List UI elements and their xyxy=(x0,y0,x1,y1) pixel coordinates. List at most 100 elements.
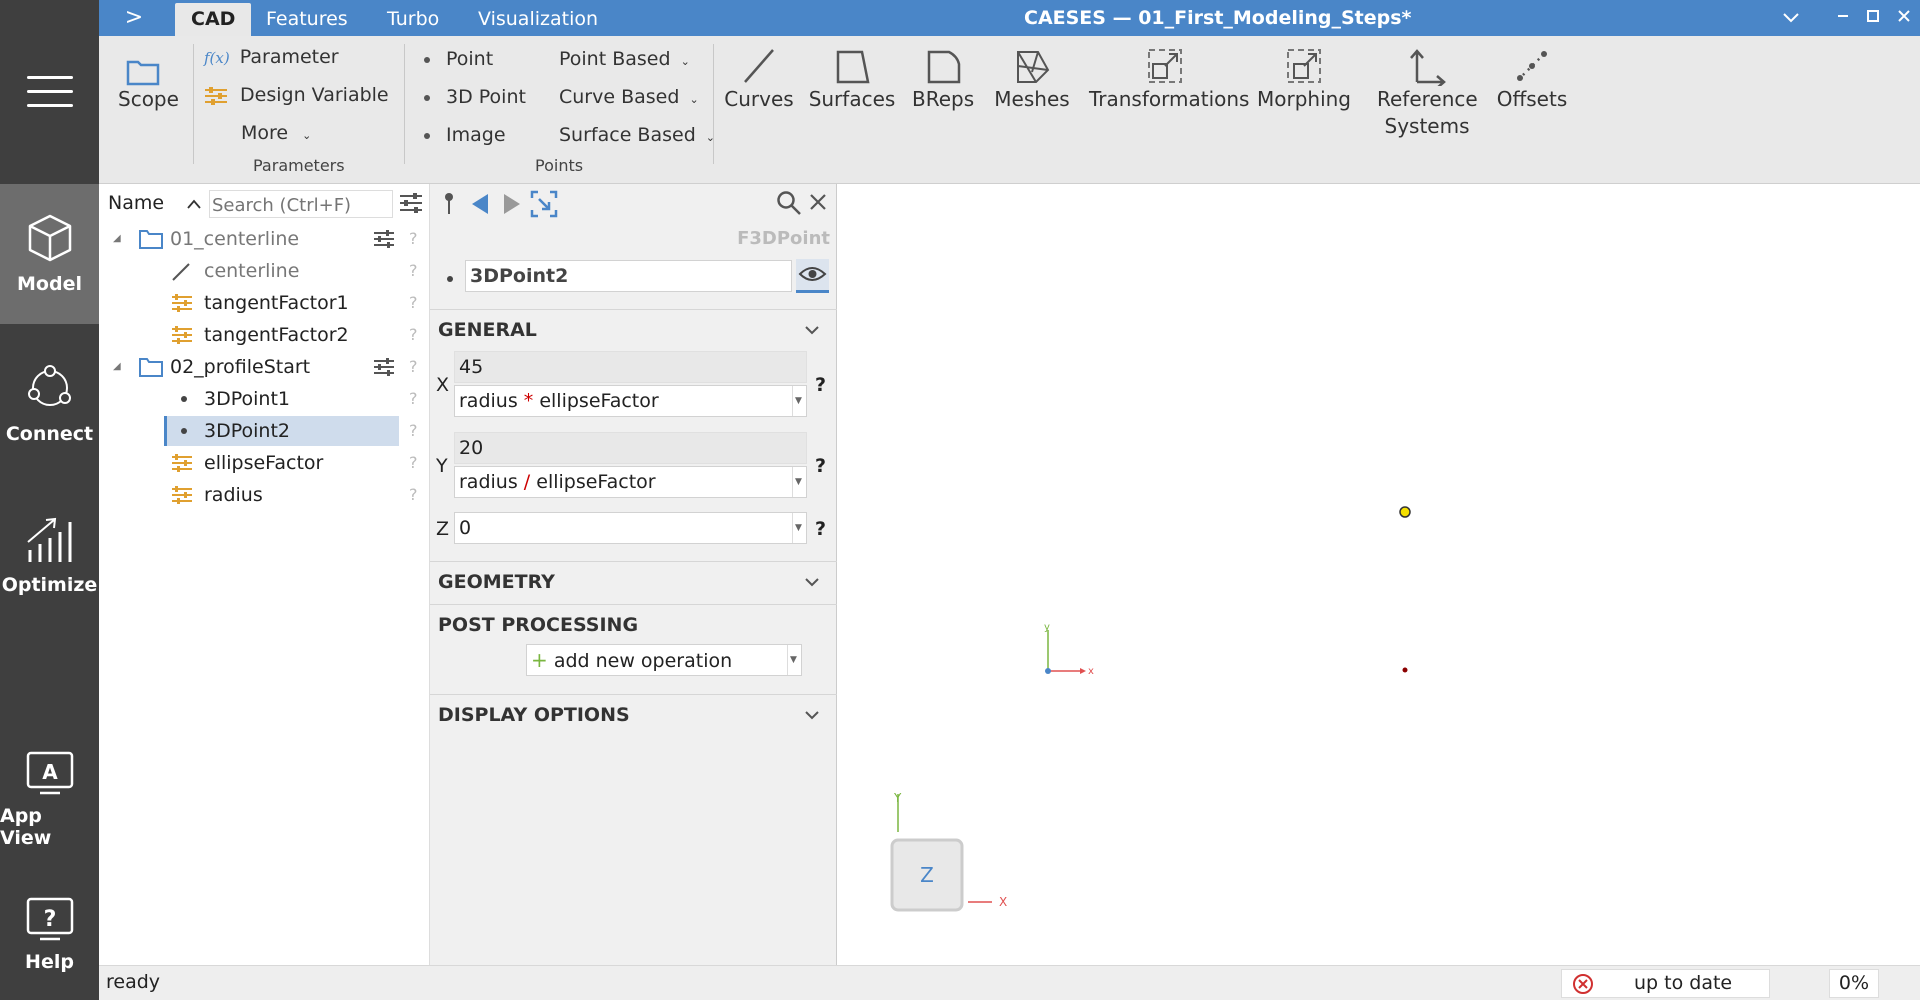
maximize-button[interactable] xyxy=(1859,4,1887,32)
rail-item-model[interactable]: Model xyxy=(0,184,99,324)
object-name-input[interactable]: 3DPoint2 xyxy=(465,260,792,292)
parameter-slider-icon xyxy=(172,486,192,504)
tree-row-point[interactable]: 3DPoint1 ? xyxy=(99,384,430,414)
select-in-view-icon[interactable] xyxy=(530,190,558,218)
name-column-header[interactable]: Name xyxy=(108,192,164,214)
point-based-dropdown[interactable]: Point Based ⌄ xyxy=(559,48,690,70)
3d-point-button[interactable]: 3D Point xyxy=(424,86,526,108)
chart-icon xyxy=(26,517,71,562)
section-geometry-header[interactable]: GEOMETRY xyxy=(430,561,837,601)
tab-visualization[interactable]: Visualization xyxy=(462,3,614,36)
tree-row-parameter[interactable]: tangentFactor1 ? xyxy=(99,288,430,318)
help-icon[interactable]: ? xyxy=(409,480,418,510)
eye-icon xyxy=(798,267,827,281)
help-icon[interactable]: ? xyxy=(409,224,418,254)
tree-row-folder[interactable]: ◢ 02_profileStart ? xyxy=(99,352,430,382)
help-icon[interactable]: ? xyxy=(409,448,418,478)
help-icon[interactable]: ? xyxy=(409,416,418,446)
surfaces-button[interactable]: Surfaces xyxy=(808,42,896,113)
rail-item-app-view[interactable]: A App View xyxy=(0,730,99,870)
tree-row-folder[interactable]: ◢ 01_centerline ? xyxy=(99,224,430,254)
sort-ascending-icon[interactable] xyxy=(181,190,207,216)
image-button[interactable]: Image xyxy=(424,124,506,146)
collapse-triangle-icon[interactable]: ◢ xyxy=(113,224,121,254)
hamburger-menu-button[interactable] xyxy=(0,0,99,184)
rail-item-connect[interactable]: Connect xyxy=(0,334,99,474)
forward-arrow-icon[interactable] xyxy=(502,192,522,216)
dropdown-arrow-icon[interactable]: ▼ xyxy=(792,467,804,497)
viewport-canvas[interactable]: y x Y Z X xyxy=(837,184,1920,965)
rail-item-optimize[interactable]: Optimize xyxy=(0,484,99,624)
sync-status[interactable]: up to date xyxy=(1561,969,1770,998)
section-general-header[interactable]: GENERAL xyxy=(430,309,837,349)
tree-row-point-selected[interactable]: 3DPoint2 ? xyxy=(99,416,430,446)
breps-button[interactable]: BReps xyxy=(912,42,974,113)
add-operation-label: add new operation xyxy=(553,650,733,672)
close-icon[interactable] xyxy=(809,193,827,211)
curve-based-dropdown[interactable]: Curve Based ⌄ xyxy=(559,86,699,108)
tree-row-label: 3DPoint2 xyxy=(204,420,290,442)
transformations-button[interactable]: Transformations xyxy=(1089,42,1249,113)
help-icon[interactable]: ? xyxy=(815,455,826,477)
dropdown-arrow-icon[interactable]: ▼ xyxy=(792,386,804,416)
tab-features[interactable]: Features xyxy=(250,3,364,36)
help-icon[interactable]: ? xyxy=(409,320,418,350)
parameter-slider-icon xyxy=(172,294,192,312)
rail-item-label: Model xyxy=(17,273,82,295)
tree-row-parameter[interactable]: radius ? xyxy=(99,480,430,510)
help-icon[interactable]: ? xyxy=(409,288,418,318)
help-icon[interactable]: ? xyxy=(409,352,418,382)
hamburger-icon xyxy=(26,76,73,108)
search-icon[interactable] xyxy=(776,190,802,216)
chevron-down-icon[interactable] xyxy=(1777,4,1805,32)
y-expression-input[interactable]: radius / ellipseFactor ▼ xyxy=(454,466,807,498)
help-icon[interactable]: ? xyxy=(409,256,418,286)
add-operation-dropdown[interactable]: + add new operation ▼ xyxy=(526,644,802,676)
help-icon[interactable]: ? xyxy=(815,374,826,396)
help-icon[interactable]: ? xyxy=(409,384,418,414)
offsets-button[interactable]: Offsets xyxy=(1495,42,1569,113)
dropdown-arrow-icon[interactable]: ▼ xyxy=(792,513,804,543)
point-based-label: Point Based xyxy=(559,48,671,70)
visibility-toggle[interactable] xyxy=(796,259,829,293)
filter-settings-icon[interactable] xyxy=(399,192,423,219)
morphing-button[interactable]: Morphing xyxy=(1255,42,1353,113)
close-button[interactable] xyxy=(1890,4,1918,32)
point-3dpoint1[interactable] xyxy=(1402,667,1408,673)
z-expression-input[interactable]: 0 ▼ xyxy=(454,512,807,544)
section-title: POST PROCESSING xyxy=(438,614,639,636)
search-input[interactable] xyxy=(209,190,393,218)
scope-button[interactable]: Scope xyxy=(118,42,179,113)
collapse-triangle-icon[interactable]: ◢ xyxy=(113,352,121,382)
rail-item-help[interactable]: ? Help xyxy=(0,865,99,1000)
curves-button[interactable]: Curves xyxy=(724,42,794,113)
expand-chevron-icon[interactable]: > xyxy=(121,4,147,32)
tree-row-parameter[interactable]: tangentFactor2 ? xyxy=(99,320,430,350)
parameter-slider-icon xyxy=(172,454,192,472)
help-icon[interactable]: ? xyxy=(815,518,826,540)
filter-settings-icon[interactable] xyxy=(373,229,395,249)
section-display-options-header[interactable]: DISPLAY OPTIONS xyxy=(430,694,837,734)
3d-viewport[interactable]: y x Y Z X xyxy=(837,184,1920,965)
selected-point-3dpoint2[interactable] xyxy=(1399,506,1411,518)
tree-row-parameter[interactable]: ellipseFactor ? xyxy=(99,448,430,478)
design-variable-button[interactable]: Design Variable xyxy=(204,84,389,106)
meshes-button[interactable]: Meshes xyxy=(994,42,1070,113)
filter-settings-icon[interactable] xyxy=(373,357,395,377)
rail-item-label: Help xyxy=(25,951,74,973)
parameter-button[interactable]: f(x) Parameter xyxy=(204,46,339,68)
tree-row-curve[interactable]: centerline ? xyxy=(99,256,430,286)
tab-cad[interactable]: CAD xyxy=(175,3,252,36)
more-dropdown[interactable]: More ⌄ xyxy=(241,122,311,144)
dropdown-arrow-icon[interactable]: ▼ xyxy=(787,645,799,675)
pin-icon[interactable] xyxy=(442,192,456,216)
reference-systems-button[interactable]: Reference Systems xyxy=(1377,42,1478,140)
view-cube[interactable]: Y Z X xyxy=(890,791,1007,912)
surface-based-dropdown[interactable]: Surface Based ⌄ xyxy=(559,124,715,146)
tab-turbo[interactable]: Turbo xyxy=(371,3,455,36)
minimize-button[interactable] xyxy=(1829,4,1857,32)
surface-based-label: Surface Based xyxy=(559,124,696,146)
back-arrow-icon[interactable] xyxy=(470,192,490,216)
x-expression-input[interactable]: radius * ellipseFactor ▼ xyxy=(454,385,807,417)
point-button[interactable]: Point xyxy=(424,48,493,70)
